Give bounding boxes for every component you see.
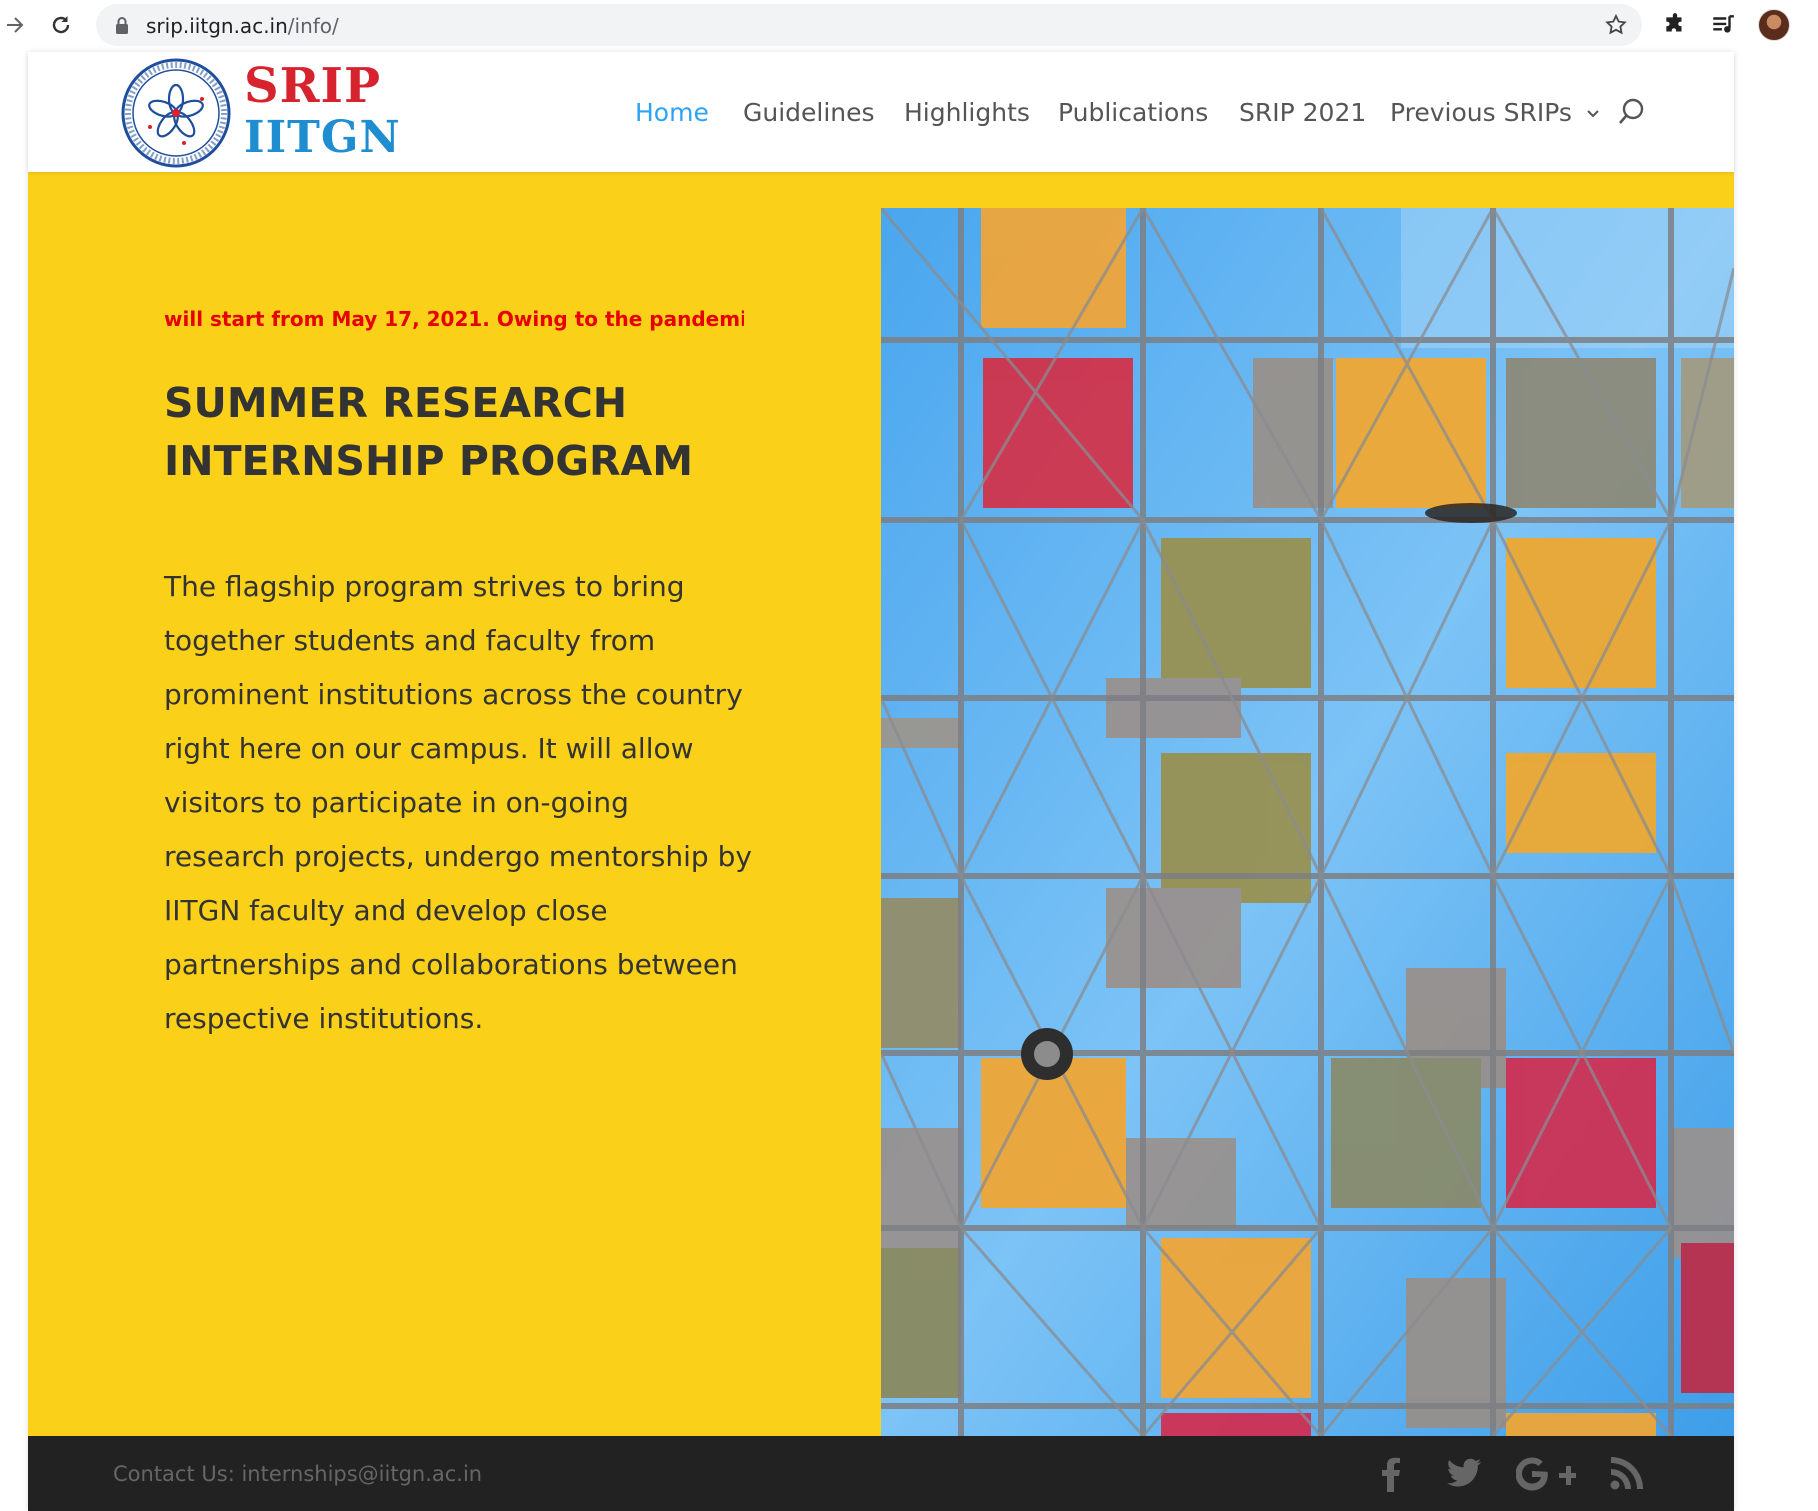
extensions-icon[interactable] [1662,12,1688,43]
google-plus-icon[interactable] [1515,1456,1576,1497]
address-bar[interactable]: srip.iitgn.ac.in/info/ [96,4,1642,46]
site-logo-text[interactable]: SRIP IITGN [244,60,401,164]
facebook-icon[interactable] [1380,1456,1402,1497]
nav-previous-srips[interactable]: Previous SRIPs [1390,98,1600,127]
page-title-line1: SUMMER RESEARCH [164,379,628,427]
nav-publications[interactable]: Publications [1058,98,1208,127]
nav-previous-srips-label: Previous SRIPs [1390,98,1572,127]
search-icon[interactable] [1618,98,1646,133]
announcement-ticker[interactable]: will start from May 17, 2021. Owing to t… [164,307,744,331]
nav-highlights[interactable]: Highlights [904,98,1030,127]
iitgn-seal-logo[interactable] [120,57,232,169]
logo-line-srip: SRIP [244,58,382,114]
nav-srip-2021[interactable]: SRIP 2021 [1239,98,1366,127]
page-title-line2: INTERNSHIP PROGRAM [164,437,694,485]
page-title: SUMMER RESEARCH INTERNSHIP PROGRAM [164,374,764,490]
contact-email[interactable]: Contact Us: internships@iitgn.ac.in [113,1462,482,1486]
lock-icon [114,16,130,39]
rss-icon[interactable] [1610,1456,1644,1495]
site-header: SRIP IITGN Home Guidelines Highlights Pu… [28,52,1734,172]
nav-guidelines[interactable]: Guidelines [743,98,875,127]
media-queue-icon[interactable] [1710,12,1736,43]
forward-icon[interactable] [0,10,30,40]
profile-avatar[interactable] [1758,9,1790,41]
logo-line-iitgn: IITGN [244,112,401,163]
reload-icon[interactable] [46,10,76,40]
chevron-down-icon [1587,110,1599,118]
program-description: The flagship program strives to bring to… [164,570,752,1035]
url-text: srip.iitgn.ac.in/info/ [146,14,339,38]
nav-home[interactable]: Home [635,98,709,127]
hero-image [881,208,1734,1436]
web-page: SRIP IITGN Home Guidelines Highlights Pu… [0,52,1818,1511]
twitter-icon[interactable] [1446,1456,1482,1495]
site-footer: Contact Us: internships@iitgn.ac.in [28,1436,1734,1511]
hero-section: will start from May 17, 2021. Owing to t… [28,172,1734,1436]
browser-toolbar: srip.iitgn.ac.in/info/ [0,0,1818,52]
site-container: SRIP IITGN Home Guidelines Highlights Pu… [28,52,1734,1511]
bookmark-star-icon[interactable] [1604,13,1628,42]
